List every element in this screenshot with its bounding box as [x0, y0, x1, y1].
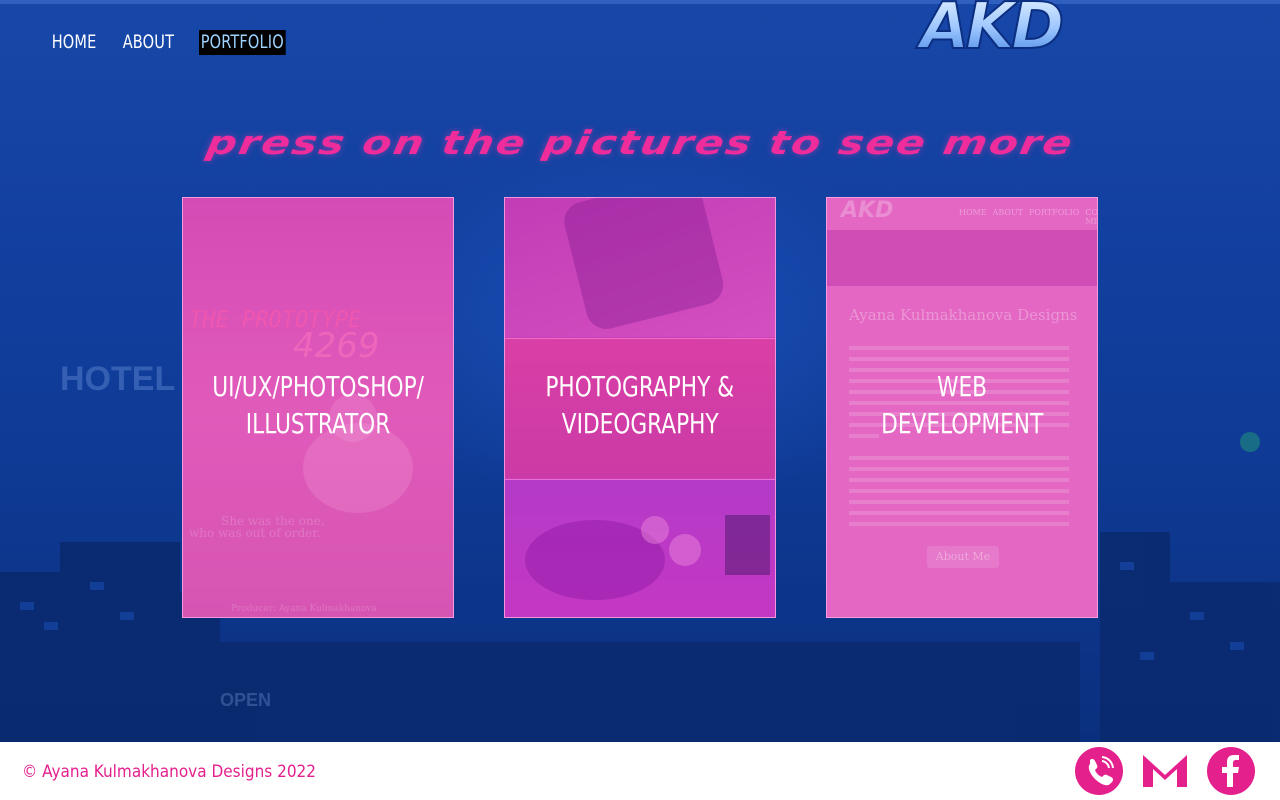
card-uiux-label: UI/UX/PHOTOSHOP/ ILLUSTRATOR	[212, 370, 424, 440]
preview-banner	[827, 230, 1097, 286]
gmail-icon[interactable]	[1141, 747, 1189, 795]
facebook-icon[interactable]	[1207, 747, 1255, 795]
hotel-sign: HOTEL	[60, 360, 176, 398]
logo-text: AKD	[915, 0, 1062, 64]
copyright-text: © Ayana Kulmakhanova Designs 2022	[22, 762, 317, 782]
nav-about[interactable]: ABOUT	[121, 30, 176, 55]
akd-logo[interactable]: AKD	[912, 0, 1107, 75]
headline-text: press on the pictures to see more	[203, 123, 1077, 162]
nav-home[interactable]: HOME	[50, 30, 98, 55]
poster-tagline-2: who was out of order.	[189, 526, 321, 540]
photo-thumb-desk	[505, 479, 775, 617]
page-headline: press on the pictures to see more	[0, 118, 1280, 167]
footer: © Ayana Kulmakhanova Designs 2022	[0, 742, 1280, 800]
nav-portfolio[interactable]: PORTFOLIO	[199, 30, 286, 55]
card-photography[interactable]: PHOTOGRAPHY & VIDEOGRAPHY	[504, 197, 776, 618]
open-sign: OPEN	[220, 690, 272, 710]
preview-heading: Ayana Kulmakhanova Designs	[849, 306, 1078, 324]
card-webdev[interactable]: AKD HOME ABOUT PORTFOLIO CONTACT ME Ayan…	[826, 197, 1098, 618]
poster-producer: Producer: Ayana Kulmakhanova	[231, 604, 377, 614]
main-nav: HOME ABOUT PORTFOLIO	[50, 30, 301, 55]
preview-logo: AKD	[841, 198, 894, 223]
preview-nav: HOME ABOUT PORTFOLIO CONTACT ME	[959, 208, 1098, 226]
card-uiux[interactable]: THE PROTOTYPE 4269 She was the one, who …	[182, 197, 454, 618]
card-photography-label: PHOTOGRAPHY & VIDEOGRAPHY	[545, 370, 735, 440]
phone-icon[interactable]	[1075, 747, 1123, 795]
poster-number: 4269	[293, 326, 380, 366]
card-webdev-label: WEB DEVELOPMENT	[880, 370, 1044, 440]
preview-about-button: About Me	[927, 546, 999, 568]
photo-thumb-phone	[505, 198, 775, 337]
